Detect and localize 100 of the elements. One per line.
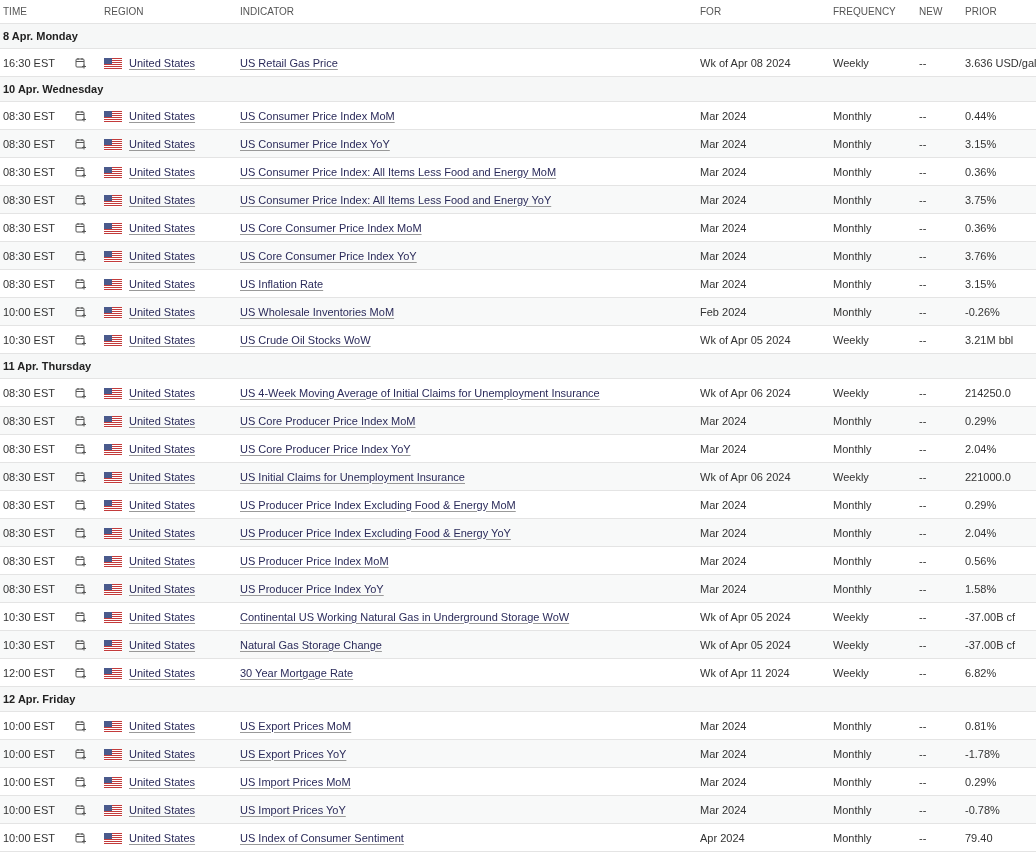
flag-icon — [104, 139, 122, 151]
region-link[interactable]: United States — [129, 333, 196, 346]
indicator-link[interactable]: US Import Prices YoY — [240, 803, 346, 816]
calendar-add-icon[interactable] — [75, 582, 87, 595]
region-link[interactable]: United States — [129, 582, 196, 595]
new-value-cell-text: -- — [919, 498, 928, 511]
indicator-link[interactable]: US Export Prices YoY — [240, 747, 347, 760]
region-link[interactable]: United States — [129, 221, 196, 234]
indicator-link[interactable]: US Export Prices MoM — [240, 719, 352, 732]
region-link[interactable]: United States — [129, 498, 196, 511]
region-link[interactable]: United States — [129, 165, 196, 178]
new-value-cell-text: -- — [919, 414, 928, 427]
region-link[interactable]: United States — [129, 719, 196, 732]
region-link[interactable]: United States — [129, 193, 196, 206]
new-value-cell-text: -- — [919, 582, 928, 595]
column-header: PRIOR — [965, 6, 998, 17]
indicator-link[interactable]: US Consumer Price Index YoY — [240, 137, 390, 150]
indicator-link[interactable]: US Consumer Price Index MoM — [240, 109, 395, 122]
calendar-add-icon[interactable] — [75, 277, 87, 290]
indicator-link[interactable]: US Producer Price Index MoM — [240, 554, 389, 567]
region-link[interactable]: United States — [129, 470, 196, 483]
time-cell-text: 08:30 EST — [3, 221, 56, 234]
calendar-add-icon[interactable] — [75, 719, 87, 732]
indicator-link[interactable]: US Retail Gas Price — [240, 56, 338, 69]
calendar-add-icon[interactable] — [75, 747, 87, 760]
calendar-add-icon[interactable] — [75, 56, 87, 69]
flag-icon — [104, 584, 122, 596]
indicator-link[interactable]: US Core Producer Price Index MoM — [240, 414, 416, 427]
calendar-add-icon[interactable] — [75, 554, 87, 567]
region-link[interactable]: United States — [129, 277, 196, 290]
indicator-link[interactable]: Continental US Working Natural Gas in Underground Storage WoW — [240, 610, 570, 623]
indicator-link[interactable]: US Producer Price Index YoY — [240, 582, 384, 595]
indicator-link[interactable]: US Core Producer Price Index YoY — [240, 442, 411, 455]
flag-icon — [104, 167, 122, 179]
indicator-link[interactable]: US Consumer Price Index: All Items Less Food and Energy MoM — [240, 165, 557, 178]
calendar-add-icon[interactable] — [75, 526, 87, 539]
region-link[interactable]: United States — [129, 305, 196, 318]
calendar-add-icon[interactable] — [75, 109, 87, 122]
region-link[interactable]: United States — [129, 638, 196, 651]
region-link[interactable]: United States — [129, 803, 196, 816]
calendar-add-icon[interactable] — [75, 803, 87, 816]
region-link[interactable]: United States — [129, 109, 196, 122]
new-value-cell-text: -- — [919, 249, 928, 262]
calendar-add-icon[interactable] — [75, 386, 87, 399]
region-link[interactable]: United States — [129, 554, 196, 567]
indicator-link[interactable]: US Core Consumer Price Index MoM — [240, 221, 422, 234]
region-link[interactable]: United States — [129, 747, 196, 760]
calendar-add-icon[interactable] — [75, 638, 87, 651]
calendar-add-icon[interactable] — [75, 442, 87, 455]
flag-icon — [104, 416, 122, 428]
time-cell-text: 08:30 EST — [3, 470, 56, 483]
region-link[interactable]: United States — [129, 137, 196, 150]
calendar-add-icon[interactable] — [75, 470, 87, 483]
calendar-add-icon[interactable] — [75, 498, 87, 511]
prior-value-cell-text: 221000.0 — [965, 470, 1012, 483]
region-link[interactable]: United States — [129, 249, 196, 262]
region-link[interactable]: United States — [129, 610, 196, 623]
calendar-add-icon[interactable] — [75, 305, 87, 318]
indicator-link[interactable]: US Core Consumer Price Index YoY — [240, 249, 417, 262]
indicator-link[interactable]: US Import Prices MoM — [240, 775, 351, 788]
period-cell-text: Mar 2024 — [700, 498, 748, 511]
region-link[interactable]: United States — [129, 442, 196, 455]
indicator-link[interactable]: US Crude Oil Stocks WoW — [240, 333, 371, 346]
period-cell-text: Feb 2024 — [700, 305, 748, 318]
indicator-link[interactable]: US Consumer Price Index: All Items Less Food and Energy YoY — [240, 193, 552, 206]
indicator-link[interactable]: US Producer Price Index Excluding Food & Energy MoM — [240, 498, 516, 511]
region-link[interactable]: United States — [129, 775, 196, 788]
calendar-add-icon[interactable] — [75, 666, 87, 679]
indicator-link[interactable]: US Wholesale Inventories MoM — [240, 305, 395, 318]
calendar-add-icon[interactable] — [75, 610, 87, 623]
region-link[interactable]: United States — [129, 666, 196, 679]
calendar-add-icon[interactable] — [75, 249, 87, 262]
calendar-add-icon[interactable] — [75, 333, 87, 346]
calendar-add-icon[interactable] — [75, 831, 87, 844]
new-value-cell-text: -- — [919, 137, 928, 150]
calendar-add-icon[interactable] — [75, 165, 87, 178]
period-cell-text: Wk of Apr 05 2024 — [700, 638, 792, 651]
indicator-link[interactable]: Natural Gas Storage Change — [240, 638, 382, 651]
time-cell-text: 16:30 EST — [3, 56, 56, 69]
region-link[interactable]: United States — [129, 56, 196, 69]
region-link[interactable]: United States — [129, 386, 196, 399]
indicator-link[interactable]: US 4-Week Moving Average of Initial Claims for Unemployment Insurance — [240, 386, 600, 399]
prior-value-cell-text: 0.56% — [965, 554, 998, 567]
region-link[interactable]: United States — [129, 831, 196, 844]
region-link[interactable]: United States — [129, 414, 196, 427]
calendar-add-icon[interactable] — [75, 414, 87, 427]
prior-value-cell-text: 0.29% — [965, 498, 998, 511]
calendar-add-icon[interactable] — [75, 775, 87, 788]
indicator-link[interactable]: US Initial Claims for Unemployment Insurance — [240, 470, 465, 483]
prior-value-cell-text: 0.36% — [965, 165, 998, 178]
frequency-cell-text: Monthly — [833, 442, 873, 455]
calendar-add-icon[interactable] — [75, 193, 87, 206]
indicator-link[interactable]: US Producer Price Index Excluding Food & Energy YoY — [240, 526, 511, 539]
indicator-link[interactable]: US Index of Consumer Sentiment — [240, 831, 404, 844]
new-value-cell-text: -- — [919, 221, 928, 234]
indicator-link[interactable]: 30 Year Mortgage Rate — [240, 666, 354, 679]
indicator-link[interactable]: US Inflation Rate — [240, 277, 324, 290]
calendar-add-icon[interactable] — [75, 137, 87, 150]
calendar-add-icon[interactable] — [75, 221, 87, 234]
region-link[interactable]: United States — [129, 526, 196, 539]
